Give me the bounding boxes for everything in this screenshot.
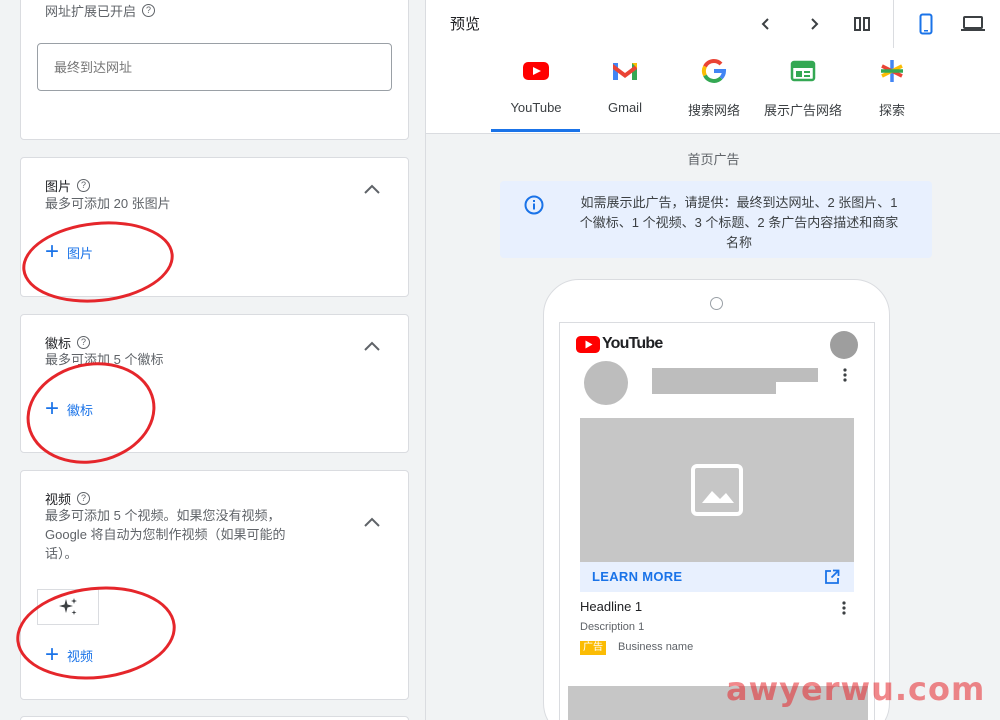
- help-icon[interactable]: ?: [77, 336, 91, 349]
- more-vert-icon[interactable]: [841, 600, 847, 616]
- ad-headline: Headline 1: [580, 599, 643, 614]
- phone-mockup: YouTube LEARN MORE Headline 1 Descriptio…: [543, 279, 890, 720]
- help-icon[interactable]: ?: [142, 4, 156, 17]
- youtube-icon: [576, 335, 600, 353]
- chevron-up-icon[interactable]: [362, 337, 382, 357]
- requirements-banner: 如需展示此广告，请提供：最终到达网址、2 张图片、1 个徽标、1 个视频、3 个…: [500, 181, 932, 258]
- image-icon: [691, 464, 743, 516]
- add-video-button[interactable]: + 视频: [45, 641, 93, 668]
- final-url-input[interactable]: [37, 43, 392, 91]
- youtube-logo: YouTube: [576, 335, 663, 353]
- plus-icon: +: [45, 395, 60, 422]
- phone-camera: [710, 297, 723, 310]
- channel-avatar: [584, 361, 628, 405]
- business-name: Business name: [618, 641, 694, 653]
- auto-video-tile[interactable]: [37, 589, 99, 625]
- phone-screen: YouTube LEARN MORE Headline 1 Descriptio…: [559, 322, 875, 720]
- columns-icon[interactable]: [850, 12, 874, 36]
- help-icon[interactable]: ?: [77, 179, 91, 192]
- account-avatar[interactable]: [830, 331, 858, 359]
- next-card: [20, 716, 409, 720]
- tab-discover[interactable]: 探索: [847, 56, 937, 119]
- requirements-text: 如需展示此广告，请提供：最终到达网址、2 张图片、1 个徽标、1 个视频、3 个…: [579, 195, 899, 250]
- google-icon: [701, 58, 727, 83]
- subtitle-placeholder: [652, 382, 776, 394]
- title-placeholder: [652, 368, 818, 382]
- plus-icon: +: [45, 238, 60, 265]
- tab-display-network[interactable]: 展示广告网络: [758, 56, 848, 119]
- cta-bar[interactable]: LEARN MORE: [580, 562, 854, 592]
- videos-card: 视频 ? 最多可添加 5 个视频。如果您没有视频， Google 将自动为您制作…: [20, 470, 409, 700]
- youtube-icon: [523, 62, 549, 80]
- chevron-up-icon[interactable]: [362, 513, 382, 533]
- desktop-device-icon[interactable]: [961, 12, 985, 36]
- tab-search-network[interactable]: 搜索网络: [669, 56, 759, 119]
- display-network-icon: [790, 60, 816, 82]
- watermark: awyerwu.com: [726, 670, 986, 708]
- gmail-icon: [613, 63, 637, 80]
- ad-image-placeholder: [580, 418, 854, 562]
- open-in-new-icon: [825, 569, 840, 584]
- preview-panel: 预览 YouTube Gmail 搜索网络 展示广告网络 探索 首页广告 如需展…: [425, 0, 1000, 720]
- logos-card: 徽标 ? 最多可添加 5 个徽标 + 徽标: [20, 314, 409, 453]
- chevron-left-icon[interactable]: [754, 12, 778, 36]
- images-card: 图片 ? 最多可添加 20 张图片 + 图片: [20, 157, 409, 297]
- toolbar-divider: [893, 0, 894, 48]
- more-vert-icon[interactable]: [842, 367, 848, 383]
- discover-icon: [881, 60, 903, 82]
- videos-subtitle: 最多可添加 5 个视频。如果您没有视频， Google 将自动为您制作视频（如果…: [45, 508, 286, 561]
- chevron-right-icon[interactable]: [802, 12, 826, 36]
- chevron-up-icon[interactable]: [362, 180, 382, 200]
- tab-gmail[interactable]: Gmail: [580, 56, 670, 115]
- tab-youtube[interactable]: YouTube: [491, 56, 581, 115]
- help-icon[interactable]: ?: [77, 492, 91, 505]
- ad-badge: 广告: [580, 641, 606, 655]
- images-title: 图片 ?: [45, 176, 91, 195]
- final-url-card: 网址扩展已开启 ?: [20, 0, 409, 140]
- ad-description: Description 1: [580, 621, 645, 633]
- mobile-device-icon[interactable]: [914, 12, 938, 36]
- active-tab-indicator: [491, 129, 580, 132]
- placement-label: 首页广告: [687, 152, 740, 167]
- info-icon: [524, 195, 544, 215]
- add-logo-button[interactable]: + 徽标: [45, 395, 93, 422]
- images-subtitle: 最多可添加 20 张图片: [45, 196, 171, 211]
- sparkle-icon: [59, 598, 77, 615]
- asset-form-column: 网址扩展已开启 ? 图片 ? 最多可添加 20 张图片 + 图片 徽标 ? 最多…: [0, 0, 425, 720]
- logos-subtitle: 最多可添加 5 个徽标: [45, 352, 164, 367]
- url-extension-note: 网址扩展已开启 ?: [45, 1, 156, 20]
- preview-header: 预览 YouTube Gmail 搜索网络 展示广告网络 探索: [426, 0, 1000, 134]
- preview-title: 预览: [450, 16, 481, 33]
- add-image-button[interactable]: + 图片: [45, 238, 93, 265]
- plus-icon: +: [45, 641, 60, 668]
